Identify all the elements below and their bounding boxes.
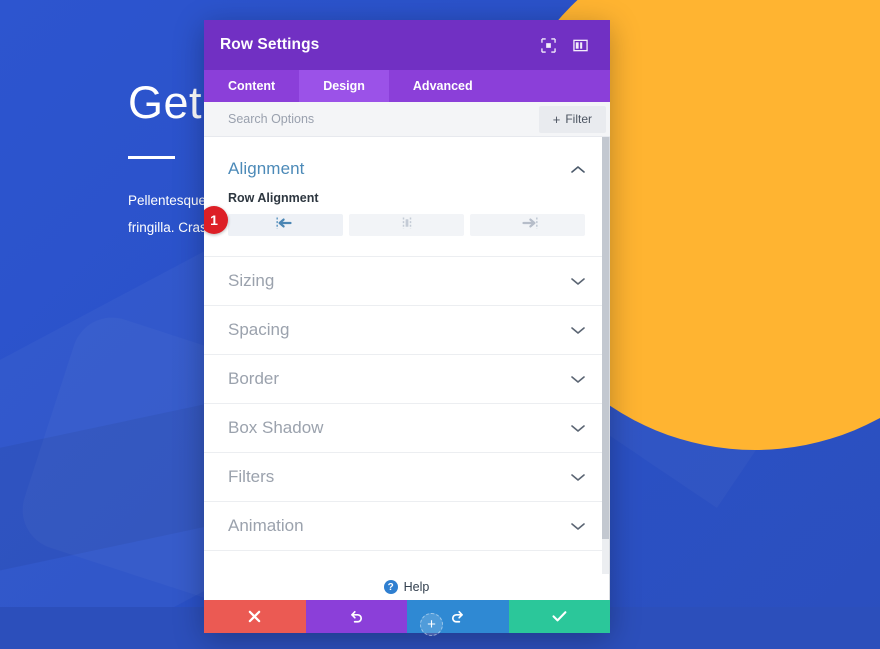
section-title-sizing: Sizing [228, 271, 275, 290]
search-input[interactable] [228, 112, 539, 126]
modal-tabs: Content Design Advanced [204, 70, 610, 102]
filter-button[interactable]: + Filter [538, 105, 606, 133]
chevron-up-icon [571, 165, 585, 174]
save-button[interactable] [508, 600, 610, 633]
step-badge-1: 1 [204, 206, 228, 234]
section-title-spacing: Spacing [228, 320, 290, 339]
row-alignment-label: Row Alignment [228, 191, 319, 205]
section-row-partial[interactable] [204, 550, 609, 574]
chevron-down-icon [571, 326, 585, 335]
row-alignment-options: 1 [204, 206, 585, 236]
section-title-filters: Filters [228, 467, 275, 486]
redo-icon [452, 610, 464, 623]
chevron-down-icon [571, 424, 585, 433]
plus-icon: + [552, 111, 561, 127]
search-bar: + Filter [204, 102, 610, 137]
undo-button[interactable] [305, 600, 407, 633]
section-row-animation[interactable]: Animation [204, 501, 609, 550]
section-title-alignment: Alignment [228, 159, 305, 178]
tab-design[interactable]: Design [299, 70, 389, 102]
layout-view-icon[interactable] [566, 31, 594, 59]
checkmark-icon [552, 611, 567, 622]
modal-body: Alignment Row Alignment 1 Sizing Spacing… [204, 137, 610, 574]
modal-header: Row Settings [204, 20, 610, 70]
chevron-down-icon [571, 375, 585, 384]
align-left-icon [275, 216, 297, 235]
chevron-down-icon [571, 277, 585, 286]
align-center-button[interactable] [349, 214, 464, 236]
section-row-spacing[interactable]: Spacing [204, 305, 609, 354]
section-row-sizing[interactable]: Sizing [204, 256, 609, 305]
help-label: Help [403, 580, 430, 594]
help-bar[interactable]: ? Help [204, 574, 610, 600]
section-header-alignment[interactable]: Alignment [204, 137, 609, 185]
hero-divider [128, 155, 175, 159]
modal-title: Row Settings [220, 36, 320, 53]
section-row-filters[interactable]: Filters [204, 452, 609, 501]
chevron-down-icon [571, 522, 585, 531]
focus-target-icon[interactable] [534, 31, 562, 59]
section-title-box-shadow: Box Shadow [228, 418, 324, 437]
align-right-icon [517, 216, 539, 235]
section-title-animation: Animation [228, 516, 304, 535]
undo-icon [350, 610, 362, 623]
align-center-icon [396, 216, 418, 235]
section-row-box-shadow[interactable]: Box Shadow [204, 403, 609, 452]
add-row-button[interactable]: + [420, 613, 443, 636]
chevron-down-icon [571, 473, 585, 482]
tab-content[interactable]: Content [204, 70, 299, 102]
close-icon [248, 610, 261, 623]
cancel-button[interactable] [204, 600, 306, 633]
filter-button-label: Filter [565, 112, 592, 126]
row-alignment-field: Row Alignment 1 [204, 185, 609, 256]
align-right-button[interactable] [470, 214, 585, 236]
section-title-border: Border [228, 369, 280, 388]
modal-scrollbar[interactable] [602, 137, 609, 574]
align-left-button[interactable] [228, 214, 343, 236]
question-mark-icon: ? [383, 580, 398, 594]
row-settings-modal: Row Settings Content Design Advanced + F… [204, 20, 610, 633]
modal-scrollbar-thumb[interactable] [602, 137, 609, 539]
tab-advanced[interactable]: Advanced [389, 70, 497, 102]
modal-action-bar [204, 600, 610, 633]
section-row-border[interactable]: Border [204, 354, 609, 403]
